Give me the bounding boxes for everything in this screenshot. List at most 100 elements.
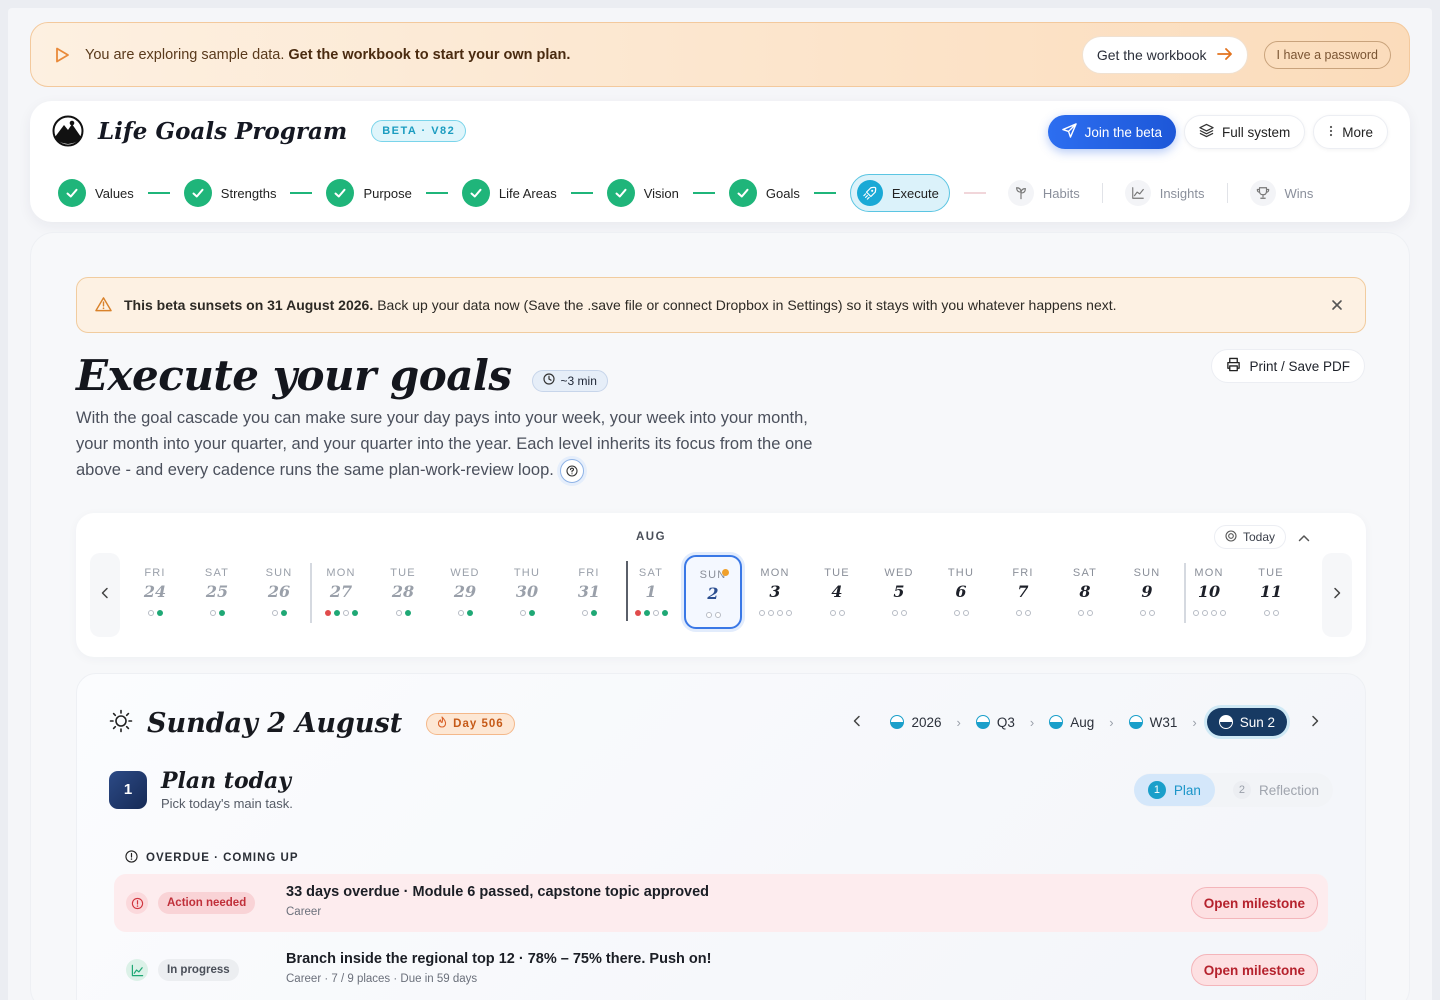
day-status-dots [581,610,597,616]
calendar-day[interactable]: WED 5 [868,555,930,629]
step-values[interactable]: Values [58,174,134,212]
crumb-year[interactable]: 2026 [885,715,946,730]
status-dot [1086,610,1093,616]
step-purpose[interactable]: Purpose [326,174,412,212]
target-icon [1225,529,1237,545]
overdue-section-label: OVERDUE · COMING UP [125,850,299,866]
calendar-day[interactable]: FRI 31 [558,555,620,629]
day-number: 5 [893,582,905,601]
calendar-day[interactable]: TUE 11 [1240,555,1302,629]
list-item[interactable]: In progress Branch inside the regional t… [114,941,1328,999]
calendar-day[interactable]: TUE 28 [372,555,434,629]
tab-label: Plan [1173,782,1201,798]
day-status-dots [457,610,473,616]
calendar-day[interactable]: THU 30 [496,555,558,629]
step-goals[interactable]: Goals [728,174,800,212]
status-dot [661,610,668,616]
alert-circle-icon [126,892,148,914]
day-number: 30 [515,582,539,601]
open-milestone-button[interactable]: Open milestone [1190,887,1318,919]
calendar-day[interactable]: FRI 24 [124,555,186,629]
step-life-areas[interactable]: Life Areas [461,174,557,212]
day-status-dots [829,610,845,616]
help-icon[interactable] [559,458,584,483]
list-item[interactable]: Action needed 33 days overdue · Module 6… [114,874,1328,932]
more-button[interactable]: More [1313,115,1388,149]
open-milestone-button[interactable]: Open milestone [1190,954,1318,986]
status-dot [271,610,278,616]
day-status-dots [271,610,287,616]
chevron-up-icon[interactable] [1298,529,1310,547]
calendar-day[interactable]: TUE 4 [806,555,868,629]
close-icon[interactable] [1327,295,1347,315]
step-habits[interactable]: Habits [1000,174,1088,212]
status-dot [1077,610,1084,616]
join-beta-button[interactable]: Join the beta [1047,115,1176,149]
check-icon [728,179,757,207]
calendar-next-button[interactable] [1322,553,1352,637]
step-insights[interactable]: Insights [1117,174,1213,212]
milestone-title: Branch inside the regional top 12 · 78% … [286,951,712,967]
calendar-prev-button[interactable] [90,553,120,637]
calendar-day[interactable]: FRI 7 [992,555,1054,629]
print-button[interactable]: Print / Save PDF [1211,349,1365,383]
chevron-right-icon: › [1109,714,1114,730]
tab-reflection[interactable]: 2 Reflection [1219,774,1333,806]
step-vision[interactable]: Vision [606,174,679,212]
calendar-day[interactable]: SUN 2 [684,555,742,629]
step-strengths[interactable]: Strengths [183,174,276,212]
day-number: 7 [1017,582,1029,601]
password-button[interactable]: I have a password [1263,40,1391,69]
half-circle-icon [890,715,905,729]
step-wins[interactable]: Wins [1242,174,1322,212]
calendar-day[interactable]: SAT 8 [1054,555,1116,629]
banner-text: You are exploring sample data. Get the w… [85,46,571,63]
trophy-icon [1249,180,1276,206]
day-status-dots [1192,610,1226,616]
day-name: SUN [1133,567,1161,579]
notice-bold: This beta sunsets on 31 August 2026. [124,297,374,313]
crumb-week[interactable]: W31 [1124,715,1183,730]
month-divider [626,561,628,621]
day-name: TUE [824,567,850,579]
status-dot [758,610,765,616]
status-dot [634,610,641,616]
crumb-month[interactable]: Aug [1044,715,1099,730]
status-dot [218,610,225,616]
notice-text: Back up your data now (Save the .save fi… [377,297,1117,313]
calendar-day[interactable]: MON 10 [1178,555,1240,629]
calendar-day[interactable]: SAT 25 [186,555,248,629]
get-workbook-button[interactable]: Get the workbook [1081,35,1248,74]
get-workbook-label: Get the workbook [1096,46,1207,63]
chevron-right-icon [1333,586,1341,604]
brand[interactable]: Life Goals Program BETA · V82 [52,115,467,147]
status-dot [1015,610,1022,616]
tab-plan[interactable]: 1 Plan [1133,774,1215,806]
chevron-left-icon[interactable] [853,715,861,730]
step-label: Goals [765,185,800,201]
chevron-right-icon[interactable] [1311,715,1319,730]
brand-name: Life Goals Program [98,117,348,145]
calendar-day[interactable]: SAT 1 [620,555,682,629]
calendar-day[interactable]: THU 6 [930,555,992,629]
full-system-button[interactable]: Full system [1183,115,1306,149]
calendar-day[interactable]: MON 27 [310,555,372,629]
calendar-day[interactable]: SUN 9 [1116,555,1178,629]
crumb-quarter[interactable]: Q3 [971,715,1020,730]
status-dot [590,610,597,616]
calendar-day[interactable]: SUN 26 [248,555,310,629]
calendar-day[interactable]: MON 3 [744,555,806,629]
status-dot [785,610,792,616]
milestone-title: 33 days overdue · Module 6 passed, capst… [286,884,710,900]
send-icon [1061,123,1077,141]
day-badge-label: Day 506 [453,717,504,730]
step-connector [290,192,313,194]
today-button[interactable]: Today [1213,525,1286,549]
step-separator [1101,183,1103,203]
status-dot [643,610,650,616]
step-execute[interactable]: Execute [849,174,950,212]
section-label-text: OVERDUE · COMING UP [146,852,299,864]
step-label: Execute [891,185,939,201]
calendar-day[interactable]: WED 29 [434,555,496,629]
crumb-day[interactable]: Sun 2 [1206,708,1287,736]
